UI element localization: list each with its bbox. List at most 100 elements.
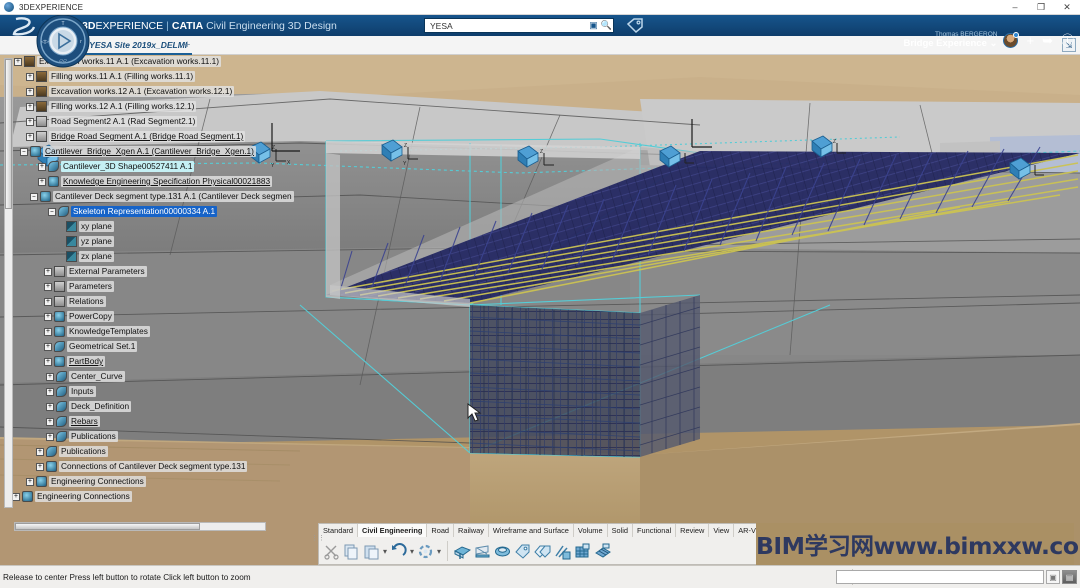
tree-expand-icon[interactable]: + <box>44 328 52 336</box>
deck-creation-icon[interactable] <box>454 543 471 560</box>
tree-expand-icon[interactable]: + <box>44 313 52 321</box>
undo-dropdown-caret[interactable]: ▾ <box>410 547 414 556</box>
tree-expand-icon[interactable]: + <box>46 373 54 381</box>
search-box[interactable]: ▣ 🔍 <box>424 18 614 33</box>
tree-row-label[interactable]: Geometrical Set.1 <box>67 341 137 352</box>
tree-expand-icon[interactable]: + <box>46 433 54 441</box>
new-tab-button[interactable]: + <box>184 39 190 51</box>
tree-row[interactable]: +Inputs <box>46 385 96 398</box>
tree-row[interactable]: –Cantilever_Bridge_Xgen A.1 (Cantilever_… <box>20 145 256 158</box>
plus-icon[interactable]: + <box>1026 34 1034 47</box>
tree-row[interactable]: + KnowledgeTemplates <box>44 325 150 338</box>
action-bar-tab-railway[interactable]: Railway <box>454 524 489 537</box>
tree-row-label[interactable]: Inputs <box>69 386 96 397</box>
action-bar-tab-volume[interactable]: Volume <box>574 524 608 537</box>
action-bar-tab-functional[interactable]: Functional <box>633 524 676 537</box>
tree-expand-icon[interactable]: + <box>46 403 54 411</box>
tree-row[interactable]: + Cantilever_3D Shape00527411 A.1 <box>38 160 194 173</box>
tree-row-label[interactable]: Cantilever_3D Shape00527411 A.1 <box>61 161 194 172</box>
user-avatar[interactable] <box>1003 33 1018 48</box>
tree-expand-icon[interactable]: + <box>44 268 52 276</box>
help-question-icon[interactable]: ⓘ <box>1061 34 1074 47</box>
rebar-distribution-icon[interactable] <box>594 543 611 560</box>
update-refresh-icon[interactable] <box>417 543 434 560</box>
tree-row[interactable]: +Parameters <box>44 280 114 293</box>
tree-row-label[interactable]: KnowledgeTemplates <box>67 326 150 337</box>
tree-row[interactable]: +Publications <box>46 430 118 443</box>
tree-row-label[interactable]: yz plane <box>79 236 114 247</box>
tree-expand-icon[interactable]: + <box>26 133 34 141</box>
bridge-abutment-icon[interactable] <box>474 543 491 560</box>
action-bar-tab-civil-engineering[interactable]: Civil Engineering <box>358 524 427 537</box>
tree-row-label[interactable]: Deck_Definition <box>69 401 131 412</box>
tree-row[interactable]: + Geometrical Set.1 <box>44 340 137 353</box>
search-scope-icon[interactable]: ▣ <box>587 19 600 32</box>
vertical-scroll-thumb[interactable] <box>5 59 12 209</box>
tree-vertical-scrollbar[interactable] <box>4 58 13 508</box>
tree-expand-icon[interactable]: + <box>38 163 46 171</box>
tree-row[interactable]: yz plane <box>56 235 114 248</box>
horizontal-scroll-thumb[interactable] <box>15 523 200 530</box>
tree-row-label[interactable]: Knowledge Engineering Specification Phys… <box>61 176 272 187</box>
tree-collapse-icon[interactable]: – <box>30 193 38 201</box>
tree-expand-icon[interactable]: + <box>36 448 44 456</box>
tree-expand-icon[interactable]: + <box>44 343 52 351</box>
tree-row[interactable]: +Filling works.12 A.1 (Filling works.12.… <box>26 100 196 113</box>
tag-single-icon[interactable] <box>514 543 531 560</box>
tree-row[interactable]: +Bridge Road Segment A.1 (Bridge Road Se… <box>26 130 245 143</box>
tree-row[interactable]: + PartBody <box>44 355 105 368</box>
tree-expand-icon[interactable]: + <box>26 88 34 96</box>
tree-row-label[interactable]: xy plane <box>79 221 114 232</box>
tree-row-label[interactable]: External Parameters <box>67 266 147 277</box>
user-block[interactable]: Thomas BERGERON Bridge Experience ⌄ <box>903 32 997 49</box>
tree-row-label[interactable]: zx plane <box>79 251 114 262</box>
tree-row-label[interactable]: Relations <box>67 296 106 307</box>
tree-expand-icon[interactable]: + <box>26 478 34 486</box>
tree-row[interactable]: + Excavation works.12 A.1 (Excavation wor… <box>26 85 234 98</box>
magnifier-icon[interactable]: 🔍 <box>600 19 613 32</box>
tree-row-label[interactable]: PowerCopy <box>67 311 114 322</box>
rebar-mesh-icon[interactable] <box>574 543 591 560</box>
tree-row[interactable]: + Road Segment2 A.1 (Rad Segment2.1) <box>26 115 197 128</box>
action-bar-tab-view[interactable]: View <box>709 524 734 537</box>
action-bar-tab-solid[interactable]: Solid <box>608 524 633 537</box>
paste-icon[interactable] <box>363 543 380 560</box>
tree-row-label[interactable]: Center_Curve <box>69 371 125 382</box>
tree-expand-icon[interactable]: + <box>14 58 22 66</box>
tree-row-label[interactable]: Cantilever Deck segment type.131 A.1 (Ca… <box>53 191 294 202</box>
display-mode-icon[interactable]: ▤ <box>1062 570 1077 584</box>
pier-icon[interactable] <box>494 543 511 560</box>
tree-row[interactable]: + External Parameters <box>44 265 147 278</box>
tree-expand-icon[interactable]: + <box>26 118 34 126</box>
tree-row-label[interactable]: Road Segment2 A.1 (Rad Segment2.1) <box>49 116 197 127</box>
update-dropdown-caret[interactable]: ▾ <box>437 547 441 556</box>
tree-expand-icon[interactable]: + <box>44 283 52 291</box>
tree-expand-icon[interactable]: + <box>38 178 46 186</box>
tree-row[interactable]: xy plane <box>56 220 114 233</box>
specification-tree[interactable]: +Excavation works.11 A.1 (Excavation wor… <box>0 55 300 510</box>
tree-row-label[interactable]: Engineering Connections <box>49 476 146 487</box>
tree-row-label[interactable]: PartBody <box>67 356 105 367</box>
tree-row-label[interactable]: Publications <box>59 446 108 457</box>
tree-row[interactable]: – Cantilever Deck segment type.131 A.1 (C… <box>30 190 294 203</box>
maximize-button[interactable]: ❐ <box>1028 0 1054 15</box>
tree-expand-icon[interactable]: + <box>46 418 54 426</box>
status-command-input[interactable] <box>836 570 1044 584</box>
share-arrow-icon[interactable]: ➥ <box>1042 34 1053 47</box>
tree-expand-icon[interactable]: + <box>44 358 52 366</box>
tree-expand-icon[interactable]: + <box>26 103 34 111</box>
tree-row-label[interactable]: Rebars <box>69 416 100 427</box>
tree-row[interactable]: +Filling works.11 A.1 (Filling works.11.… <box>26 70 195 83</box>
select-mode-icon[interactable]: ▣ <box>1046 570 1060 584</box>
experience-selector[interactable]: Bridge Experience ⌄ <box>903 39 997 49</box>
tree-row[interactable]: + Engineering Connections <box>26 475 146 488</box>
paste-dropdown-caret[interactable]: ▾ <box>383 547 387 556</box>
tree-row[interactable]: + Center_Curve <box>46 370 125 383</box>
action-bar-tab-road[interactable]: Road <box>427 524 454 537</box>
tree-row[interactable]: + Knowledge Engineering Specification Phy… <box>38 175 272 188</box>
tree-row[interactable]: + Relations <box>44 295 106 308</box>
close-button[interactable]: ✕ <box>1054 0 1080 15</box>
tree-row-label[interactable]: Excavation works.12 A.1 (Excavation work… <box>49 86 234 97</box>
copy-icon[interactable] <box>343 543 360 560</box>
tree-expand-icon[interactable]: + <box>44 298 52 306</box>
